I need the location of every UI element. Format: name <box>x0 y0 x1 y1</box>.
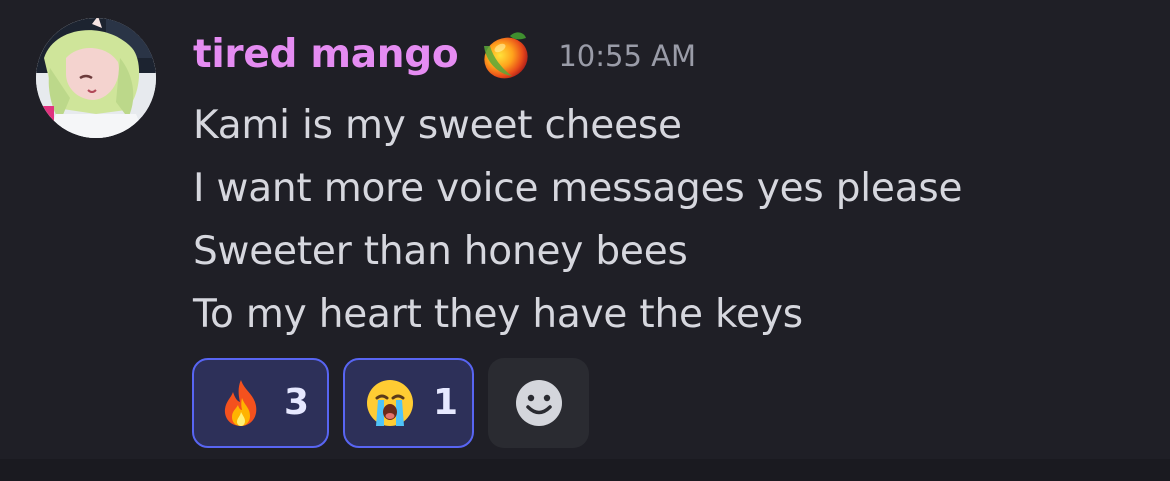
chat-view: tired mango 10:55 AM Kami is my sweet ch… <box>0 0 1170 481</box>
username[interactable]: tired mango <box>193 35 459 74</box>
bottom-divider <box>0 459 1170 481</box>
reaction-crying[interactable]: 1 <box>343 358 474 448</box>
add-reaction-button[interactable] <box>488 358 589 448</box>
smiley-icon <box>515 380 562 426</box>
message-content: Kami is my sweet cheese I want more voic… <box>193 94 963 346</box>
chat-message[interactable]: tired mango 10:55 AM Kami is my sweet ch… <box>0 0 1170 459</box>
reaction-count: 3 <box>284 382 310 423</box>
message-line: To my heart they have the keys <box>193 292 803 337</box>
message-header: tired mango 10:55 AM <box>193 22 696 86</box>
avatar[interactable] <box>36 18 156 138</box>
reactions-bar: 3 1 <box>192 358 589 448</box>
message-line: I want more voice messages yes please <box>193 166 963 211</box>
message-line: Kami is my sweet cheese <box>193 103 682 148</box>
timestamp: 10:55 AM <box>558 38 696 73</box>
message-line: Sweeter than honey bees <box>193 229 688 274</box>
reaction-fire[interactable]: 3 <box>192 358 329 448</box>
fire-emoji-icon <box>224 380 257 426</box>
mango-icon <box>484 32 528 79</box>
loudly-crying-face-emoji-icon <box>367 380 413 426</box>
reaction-count: 1 <box>433 382 459 423</box>
avatar-image <box>36 18 156 138</box>
